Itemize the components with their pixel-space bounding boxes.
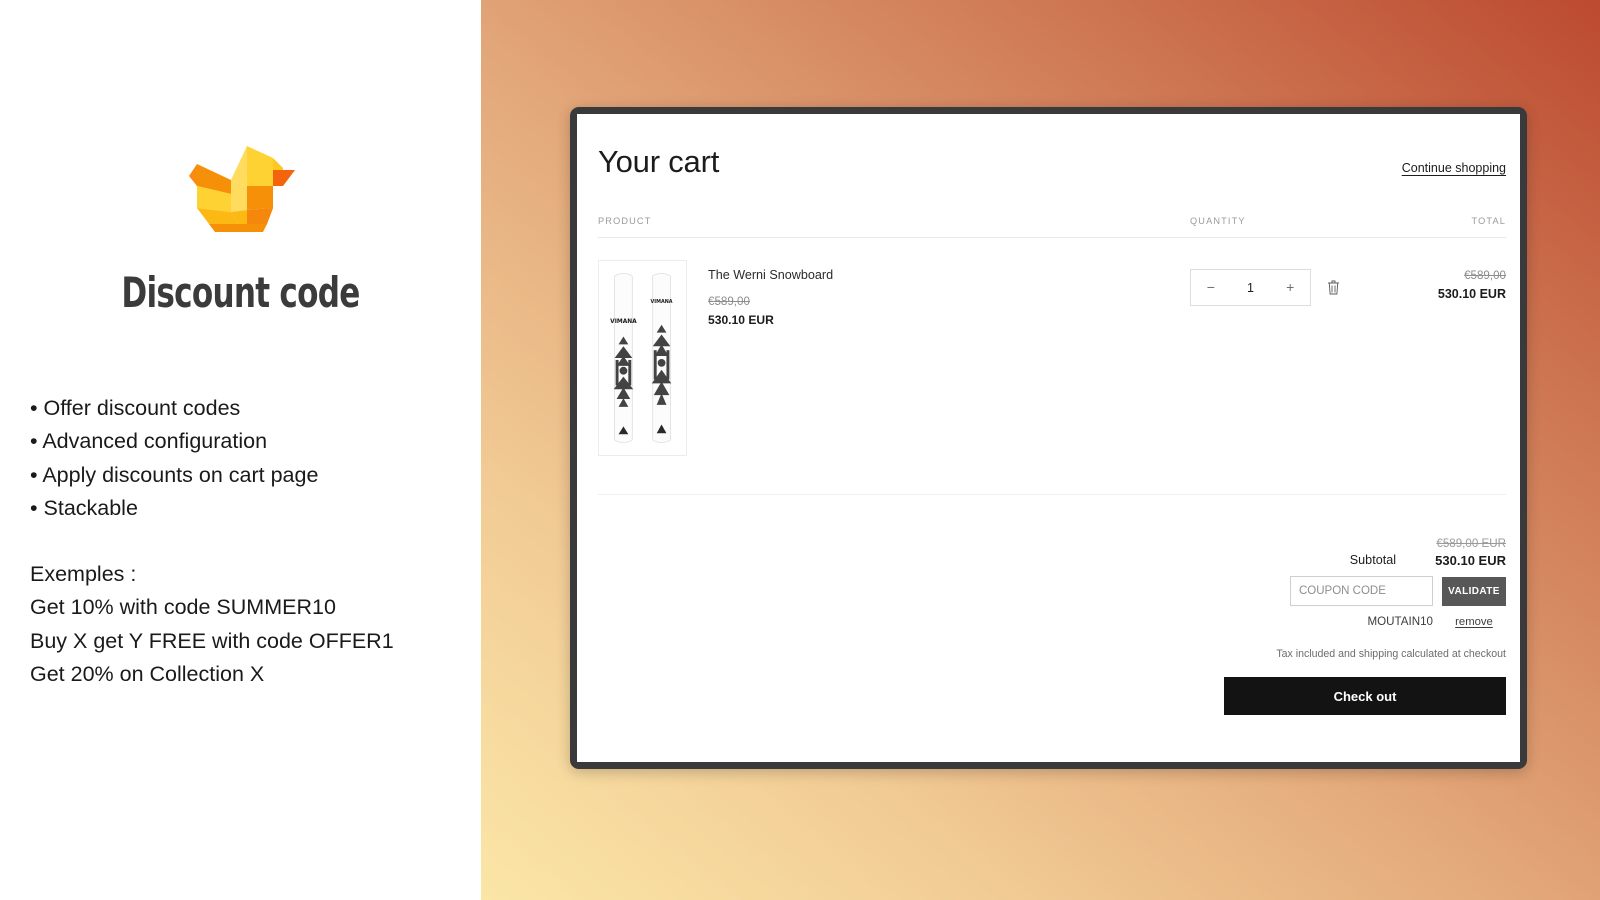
applied-coupon-code: MOUTAIN10 — [1367, 615, 1434, 628]
cart-page: Your cart Continue shopping PRODUCT QUAN… — [577, 114, 1520, 762]
cart-column-headers: PRODUCT QUANTITY TOTAL — [598, 194, 1506, 238]
line-total-original: €589,00 — [1464, 269, 1506, 282]
cart-title: Your cart — [598, 144, 720, 179]
product-name[interactable]: The Werni Snowboard — [708, 267, 833, 285]
subtotal-discounted: 530.10 EUR — [1435, 553, 1506, 568]
subtotal-label: Subtotal — [1349, 553, 1396, 567]
checkout-button[interactable]: Check out — [1224, 677, 1506, 715]
gradient-backdrop: Your cart Continue shopping PRODUCT QUAN… — [481, 0, 1600, 900]
logo-container — [0, 146, 481, 232]
validate-coupon-button[interactable]: VALIDATE — [1442, 576, 1506, 606]
quantity-stepper[interactable]: − 1 + — [1190, 269, 1311, 306]
trash-icon[interactable] — [1327, 280, 1340, 295]
feature-item: • Stackable — [30, 496, 138, 521]
cart-line-item: VIMANA VIMANA The Werni Snowboard €589,0… — [598, 238, 1506, 468]
svg-text:VIMANA: VIMANA — [610, 319, 637, 325]
applied-coupon-row: MOUTAIN10 remove — [1290, 615, 1506, 628]
coupon-code-input[interactable] — [1290, 576, 1433, 606]
coupon-row: VALIDATE — [1290, 576, 1506, 606]
subtotal-original: €589,00 EUR — [1436, 537, 1506, 550]
example-item: Get 20% on Collection X — [30, 662, 265, 687]
remove-coupon-link[interactable]: remove — [1442, 616, 1506, 628]
feature-item: • Offer discount codes — [30, 396, 241, 420]
line-total-discounted: 530.10 EUR — [1437, 287, 1506, 301]
cart-header: Your cart Continue shopping — [598, 144, 1506, 194]
tax-shipping-note: Tax included and shipping calculated at … — [1276, 648, 1506, 660]
cart-summary: Subtotal €589,00 EUR 530.10 EUR VALIDATE… — [598, 537, 1506, 715]
origami-duck-logo-icon — [188, 146, 295, 232]
product-discounted-price: 530.10 EUR — [708, 312, 774, 327]
example-item: Get 10% with code SUMMER10 — [30, 595, 336, 620]
feature-item: • Apply discounts on cart page — [30, 462, 319, 487]
example-item: Buy X get Y FREE with code OFFER1 — [30, 628, 394, 653]
quantity-value[interactable]: 1 — [1231, 281, 1271, 295]
feature-list: • Offer discount codes • Advanced config… — [30, 392, 470, 526]
continue-shopping-link[interactable]: Continue shopping — [1402, 161, 1506, 180]
cart-divider — [598, 494, 1506, 495]
feature-item: • Advanced configuration — [30, 429, 268, 454]
product-original-price: €589,00 — [708, 294, 750, 308]
quantity-increase-button[interactable]: + — [1270, 270, 1310, 305]
examples-heading: Exemples : — [30, 562, 137, 586]
column-header-total: TOTAL — [1471, 216, 1506, 226]
quantity-decrease-button[interactable]: − — [1191, 270, 1231, 305]
browser-frame: Your cart Continue shopping PRODUCT QUAN… — [570, 107, 1527, 769]
info-panel: Discount code • Offer discount codes • A… — [0, 0, 481, 900]
page-title: Discount code — [121, 268, 360, 317]
product-thumbnail[interactable]: VIMANA VIMANA — [598, 260, 687, 456]
examples-list: Exemples : Get 10% with code SUMMER10 Bu… — [30, 558, 480, 692]
column-header-product: PRODUCT — [598, 216, 652, 226]
column-header-quantity: QUANTITY — [1190, 216, 1246, 226]
svg-text:VIMANA: VIMANA — [651, 299, 673, 305]
subtotal-row: Subtotal €589,00 EUR 530.10 EUR — [1350, 537, 1506, 568]
